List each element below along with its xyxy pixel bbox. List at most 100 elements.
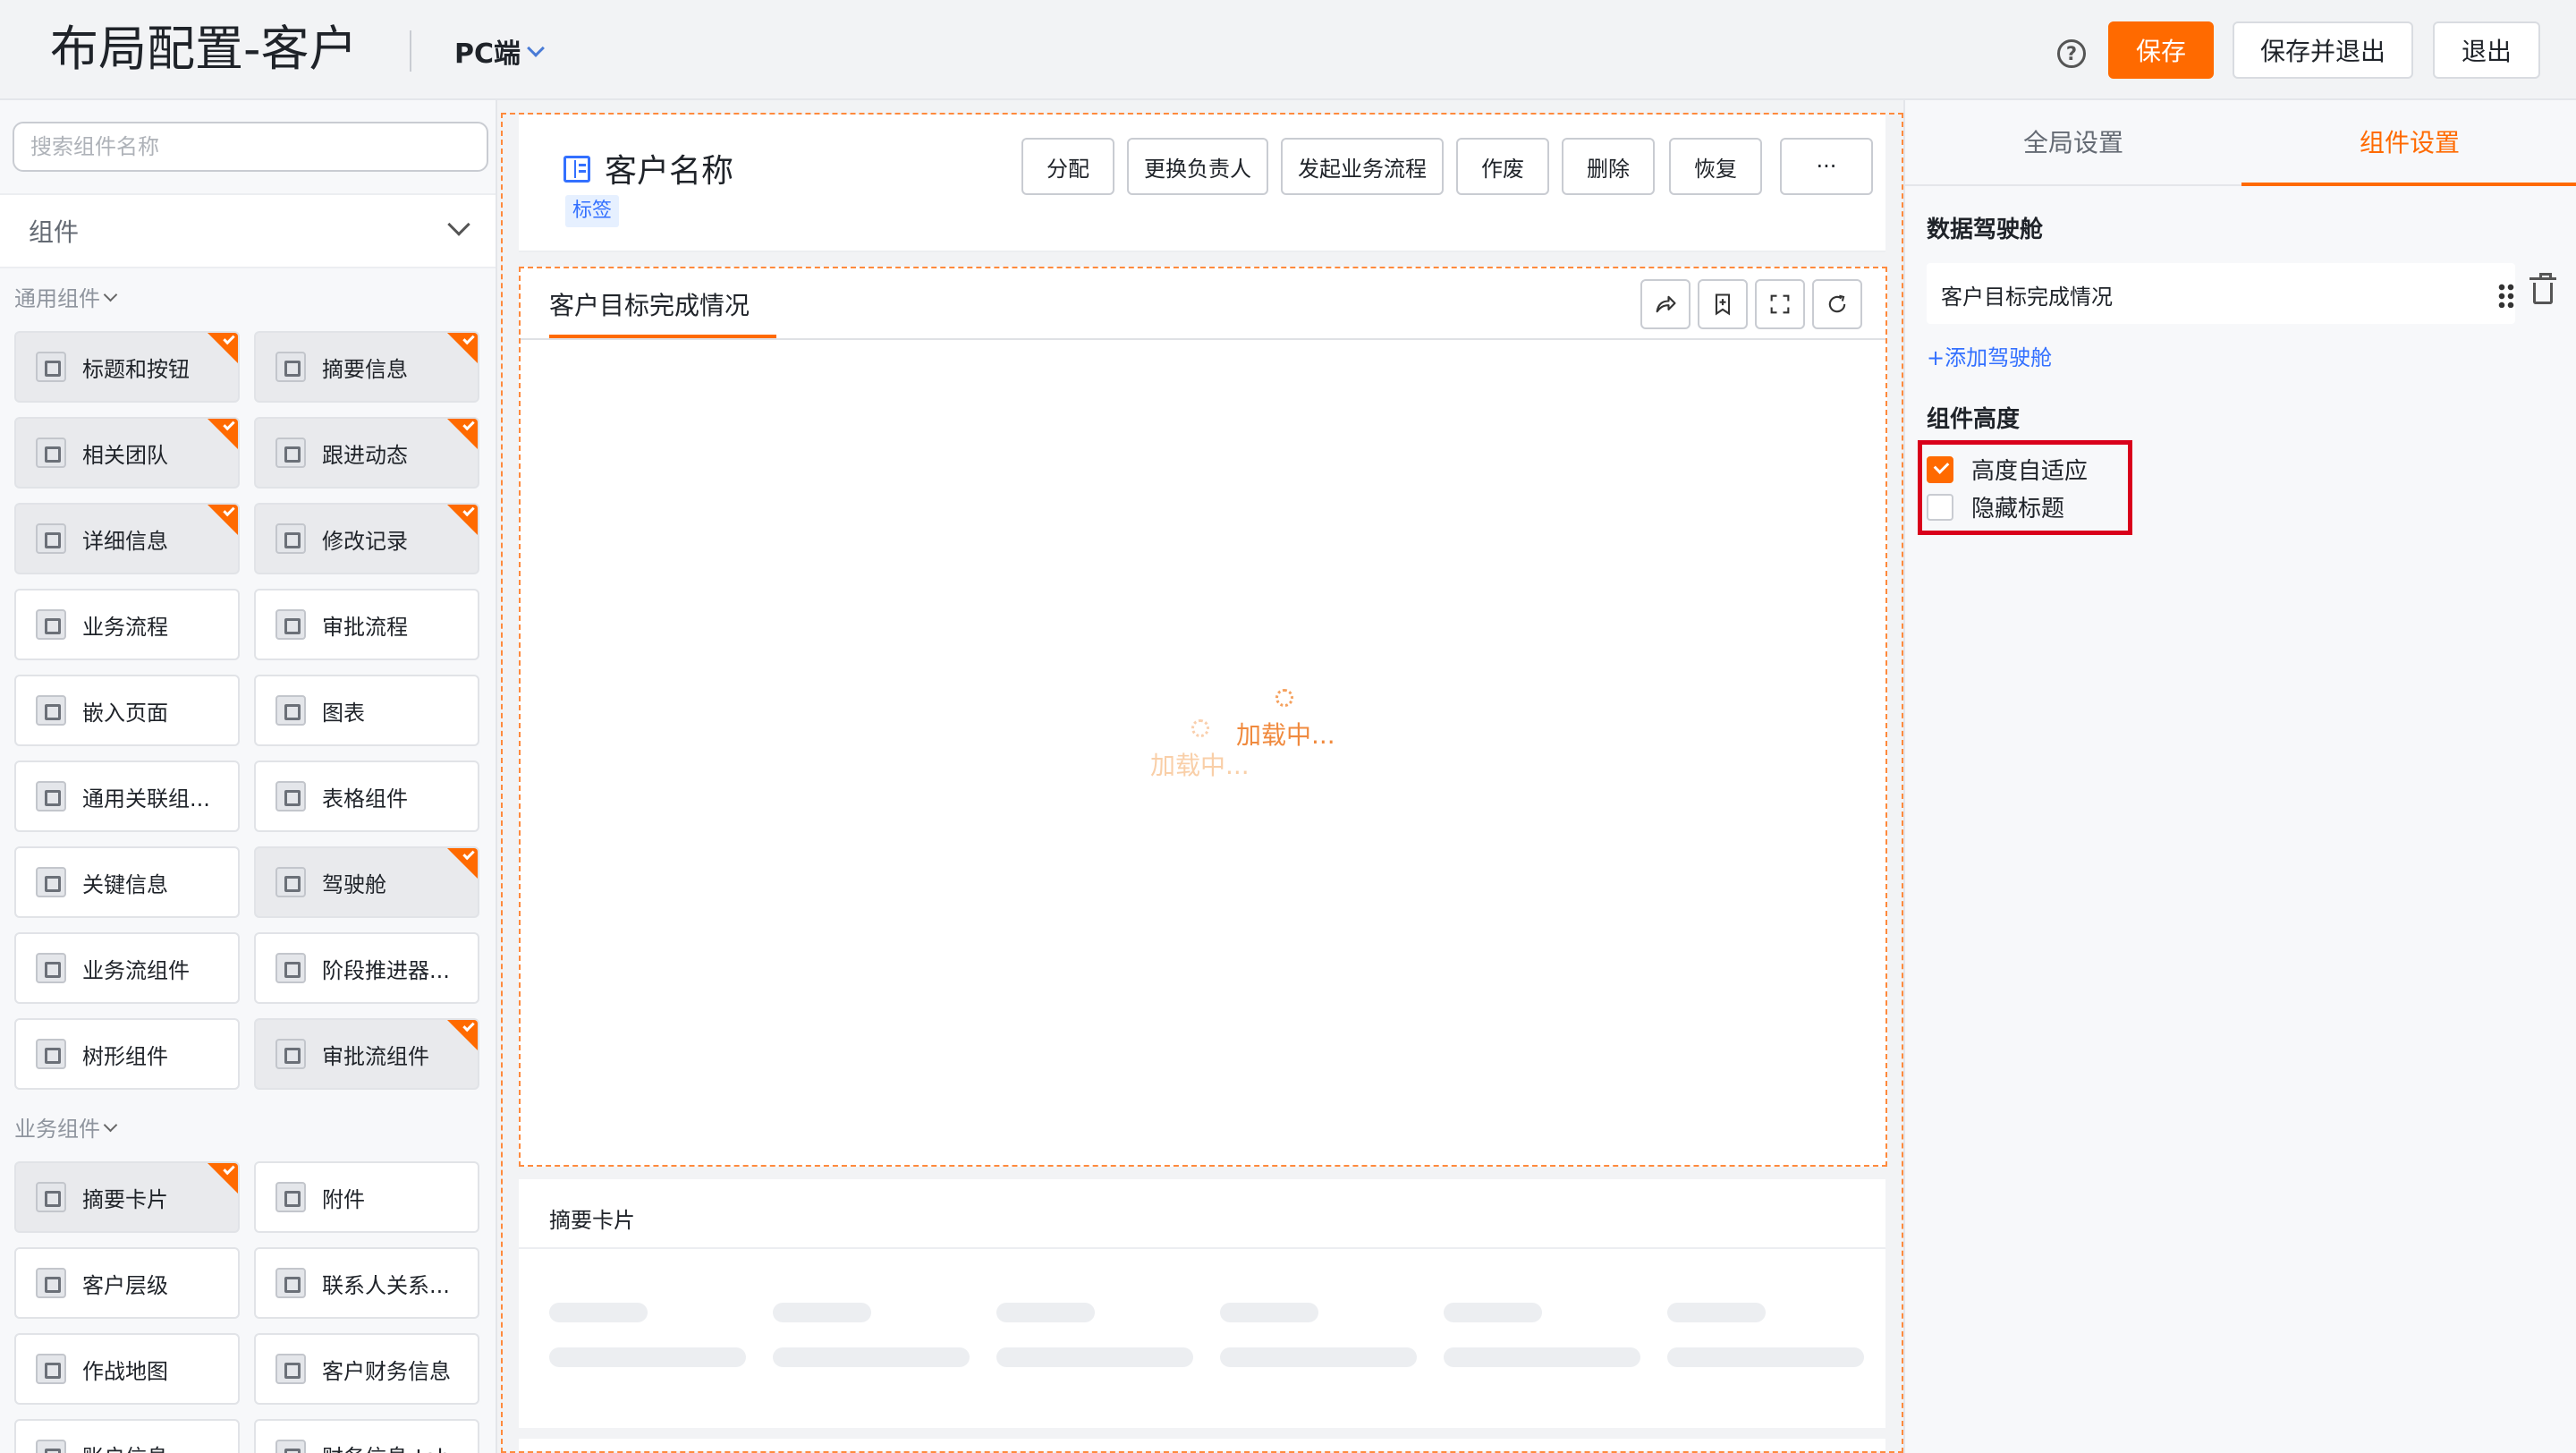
component-icon — [36, 695, 66, 726]
skeleton-bar — [1220, 1347, 1417, 1367]
component-tile[interactable]: 表格组件 — [254, 760, 479, 832]
assign-button[interactable]: 分配 — [1021, 138, 1114, 195]
next-block[interactable] — [519, 1439, 1885, 1451]
cockpit-section-title: 数据驾驶舱 — [1927, 217, 2044, 243]
group-general-toggle[interactable]: 通用组件 — [14, 281, 118, 312]
question-circle-icon[interactable]: ? — [2057, 39, 2086, 68]
settings-panel: 全局设置 组件设置 数据驾驶舱 客户目标完成情况 +添加驾驶舱 组件高度 高度自… — [1903, 100, 2576, 1453]
search-component-input[interactable]: 搜索组件名称 — [13, 122, 488, 172]
component-tile[interactable]: 相关团队 — [14, 417, 240, 489]
component-label: 阶段推进器... — [322, 957, 450, 983]
component-tile[interactable]: 客户财务信息 — [254, 1333, 479, 1405]
group-business-label: 业务组件 — [14, 1117, 100, 1142]
component-label: 作战地图 — [82, 1358, 168, 1384]
component-label: 跟进动态 — [322, 442, 408, 468]
component-label: 图表 — [322, 700, 365, 726]
tab-component-settings[interactable]: 组件设置 — [2360, 123, 2460, 159]
hide-title-checkbox[interactable]: 隐藏标题 — [1927, 490, 2064, 523]
component-icon — [36, 523, 66, 554]
building-icon — [564, 156, 590, 183]
component-tile[interactable]: 通用关联组... — [14, 760, 240, 832]
component-tile[interactable]: 修改记录 — [254, 503, 479, 574]
save-button[interactable]: 保存 — [2108, 21, 2214, 79]
component-label: 业务流组件 — [82, 957, 190, 983]
component-tile[interactable]: 摘要卡片 — [14, 1161, 240, 1233]
auto-height-checkbox[interactable]: 高度自适应 — [1927, 453, 2088, 486]
bookmark-add-icon[interactable] — [1698, 279, 1748, 329]
title-and-buttons-block[interactable]: 客户名称 标签 分配 更换负责人 发起业务流程 作废 删除 恢复 ··· — [519, 115, 1885, 252]
hide-title-label: 隐藏标题 — [1971, 496, 2065, 523]
component-tile[interactable]: 业务流程 — [14, 589, 240, 660]
component-tile[interactable]: 详细信息 — [14, 503, 240, 574]
add-cockpit-link[interactable]: +添加驾驶舱 — [1927, 340, 2052, 371]
component-tile[interactable]: 附件 — [254, 1161, 479, 1233]
exit-button[interactable]: 退出 — [2433, 21, 2540, 79]
component-label: 联系人关系... — [322, 1272, 450, 1298]
skeleton-bar — [773, 1303, 871, 1322]
component-tile[interactable]: 驾驶舱 — [254, 846, 479, 918]
component-tile[interactable]: 客户层级 — [14, 1247, 240, 1319]
component-tile[interactable]: 嵌入页面 — [14, 675, 240, 746]
component-icon — [36, 867, 66, 897]
components-dropdown[interactable]: 组件 — [0, 193, 496, 268]
refresh-icon[interactable] — [1812, 279, 1862, 329]
skeleton-bar — [549, 1303, 648, 1322]
component-tile[interactable]: 财务信息-tab — [254, 1419, 479, 1453]
component-icon — [36, 781, 66, 811]
component-icon — [275, 352, 306, 382]
top-header: 布局配置-客户 PC端 ? 保存 保存并退出 退出 — [0, 0, 2576, 100]
save-and-exit-button[interactable]: 保存并退出 — [2233, 21, 2413, 79]
component-library-panel: 搜索组件名称 组件 通用组件 标题和按钮 摘要信息 相关团队 跟进动态详细信息 修改记录… — [0, 100, 497, 1453]
tag-badge: 标签 — [565, 195, 620, 227]
component-tile[interactable]: 业务流组件 — [14, 932, 240, 1004]
component-icon — [275, 1039, 306, 1069]
more-actions-button[interactable]: ··· — [1780, 138, 1873, 195]
component-label: 审批流组件 — [322, 1043, 429, 1069]
group-business-toggle[interactable]: 业务组件 — [14, 1111, 118, 1143]
restore-button[interactable]: 恢复 — [1669, 138, 1762, 195]
component-label: 摘要卡片 — [82, 1186, 168, 1212]
skeleton-bar — [1667, 1303, 1766, 1322]
component-tile[interactable]: 作战地图 — [14, 1333, 240, 1405]
cockpit-block[interactable]: 客户目标完成情况 加载中... 加载中... — [519, 267, 1887, 1167]
component-tile[interactable]: 图表 — [254, 675, 479, 746]
component-tile[interactable]: 标题和按钮 — [14, 331, 240, 403]
entity-name: 客户名称 — [605, 153, 734, 190]
change-owner-button[interactable]: 更换负责人 — [1127, 138, 1268, 195]
summary-card-block[interactable]: 摘要卡片 — [519, 1179, 1885, 1428]
component-tile[interactable]: 树形组件 — [14, 1018, 240, 1090]
component-icon — [36, 352, 66, 382]
device-selector[interactable]: PC端 — [454, 30, 545, 72]
component-tile[interactable]: 审批流组件 — [254, 1018, 479, 1090]
component-tile[interactable]: 阶段推进器... — [254, 932, 479, 1004]
checkbox-unchecked-icon — [1927, 493, 1953, 521]
loading-text-faint: 加载中... — [1150, 751, 1250, 780]
tab-cockpit-target[interactable]: 客户目标完成情况 — [549, 286, 750, 322]
skeleton-bar — [996, 1347, 1193, 1367]
tab-global-settings[interactable]: 全局设置 — [2023, 123, 2123, 159]
skeleton-bar — [549, 1347, 746, 1367]
component-label: 标题和按钮 — [82, 356, 190, 382]
fullscreen-icon[interactable] — [1755, 279, 1805, 329]
component-tile[interactable]: 联系人关系... — [254, 1247, 479, 1319]
component-tile[interactable]: 摘要信息 — [254, 331, 479, 403]
component-icon — [36, 1354, 66, 1384]
cockpit-list-item[interactable]: 客户目标完成情况 — [1927, 263, 2515, 324]
component-tile[interactable]: 账户信息 — [14, 1419, 240, 1453]
component-label: 关键信息 — [82, 871, 168, 897]
divider — [521, 338, 1885, 340]
component-tile[interactable]: 关键信息 — [14, 846, 240, 918]
start-process-button[interactable]: 发起业务流程 — [1281, 138, 1444, 195]
business-components-grid: 摘要卡片 附件客户层级 联系人关系... 作战地图 客户财务信息账户信息 财务信息-tab — [14, 1161, 479, 1453]
component-label: 嵌入页面 — [82, 700, 168, 726]
delete-button[interactable]: 删除 — [1562, 138, 1655, 195]
divider — [519, 1247, 1885, 1249]
share-icon[interactable] — [1640, 279, 1690, 329]
drag-handle-icon[interactable] — [2497, 283, 2515, 308]
trash-icon[interactable] — [2529, 273, 2556, 304]
component-tile[interactable]: 跟进动态 — [254, 417, 479, 489]
component-label: 表格组件 — [322, 786, 408, 811]
void-button[interactable]: 作废 — [1456, 138, 1549, 195]
component-label: 客户财务信息 — [322, 1358, 451, 1384]
component-tile[interactable]: 审批流程 — [254, 589, 479, 660]
